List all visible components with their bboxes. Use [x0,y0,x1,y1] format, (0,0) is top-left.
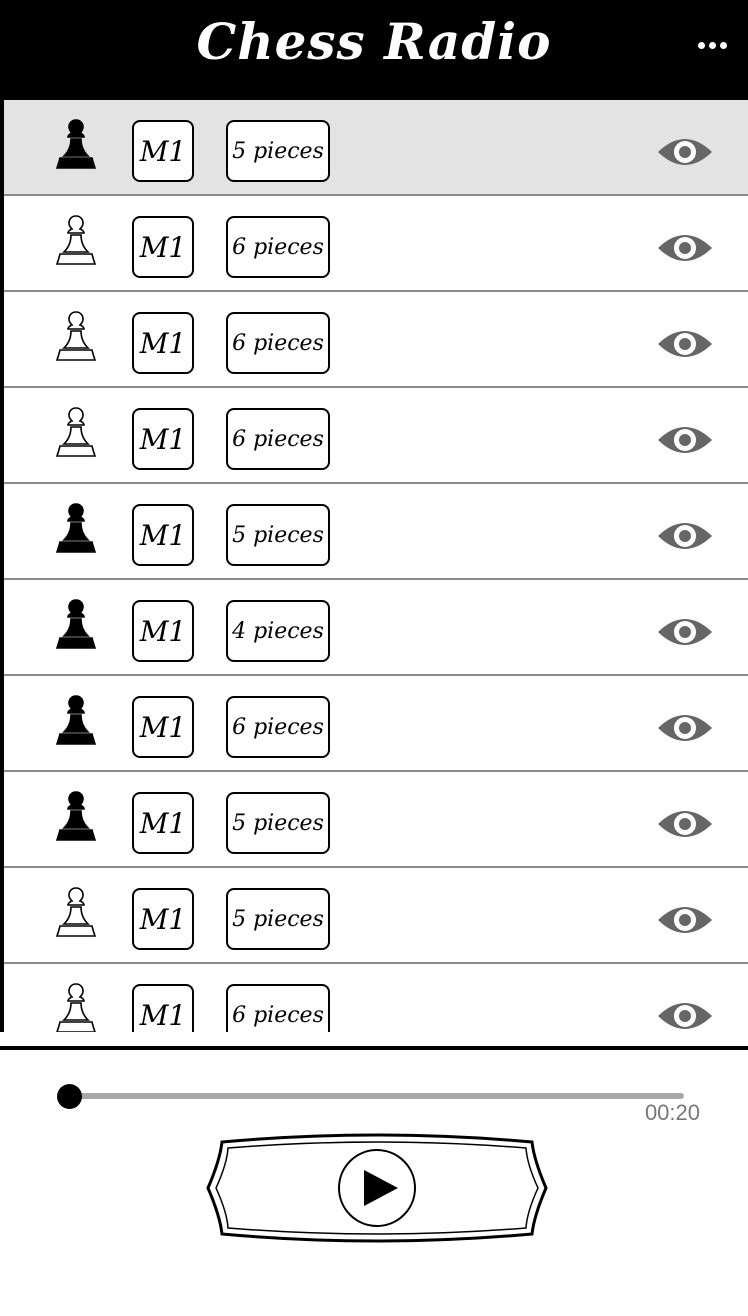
app-title: Chess Radio [196,12,552,71]
pieces-badge: 4 pieces [226,600,330,662]
list-item[interactable]: M1 6 pieces [4,676,748,772]
view-eye-icon[interactable] [656,900,714,940]
pieces-badge: 6 pieces [226,696,330,758]
play-button[interactable] [336,1148,418,1228]
black-pawn-icon [54,694,98,746]
progress-track[interactable] [68,1093,684,1099]
mate-badge: M1 [132,600,194,662]
list-item[interactable]: M1 5 pieces [4,484,748,580]
list-item[interactable]: M1 5 pieces [4,100,748,196]
pieces-badge: 5 pieces [226,120,330,182]
progress-thumb[interactable] [57,1084,82,1109]
list-item[interactable]: M1 6 pieces [4,388,748,484]
menu-dot [719,41,727,49]
list-item[interactable]: M1 6 pieces [4,964,748,1032]
pieces-badge: 5 pieces [226,792,330,854]
white-pawn-icon [54,982,98,1032]
mate-badge: M1 [132,888,194,950]
white-pawn-icon [54,214,98,266]
app-header: Chess Radio [0,0,748,100]
list-item[interactable]: M1 4 pieces [4,580,748,676]
pieces-badge: 6 pieces [226,984,330,1032]
menu-dot [708,41,716,49]
view-eye-icon[interactable] [656,708,714,748]
app-root: Chess Radio M1 5 pieces M1 6 pieces M1 6 piec… [0,0,748,1316]
mate-badge: M1 [132,984,194,1032]
view-eye-icon[interactable] [656,996,714,1032]
black-pawn-icon [54,790,98,842]
list-item[interactable]: M1 5 pieces [4,868,748,964]
list-item[interactable]: M1 6 pieces [4,292,748,388]
view-eye-icon[interactable] [656,228,714,268]
view-eye-icon[interactable] [656,324,714,364]
mate-badge: M1 [132,408,194,470]
puzzle-list[interactable]: M1 5 pieces M1 6 pieces M1 6 pieces M1 6 pieces… [0,100,748,1032]
time-label: 00:20 [644,1100,700,1125]
menu-dot [697,41,705,49]
mate-badge: M1 [132,312,194,374]
mate-badge: M1 [132,504,194,566]
player-divider [0,1046,748,1050]
pieces-badge: 6 pieces [226,216,330,278]
mate-badge: M1 [132,696,194,758]
black-pawn-icon [54,118,98,170]
pieces-badge: 6 pieces [226,408,330,470]
view-eye-icon[interactable] [656,132,714,172]
pieces-badge: 5 pieces [226,888,330,950]
view-eye-icon[interactable] [656,612,714,652]
more-dots-icon[interactable] [692,30,732,60]
white-pawn-icon [54,886,98,938]
black-pawn-icon [54,598,98,650]
list-item[interactable]: M1 6 pieces [4,196,748,292]
black-pawn-icon [54,502,98,554]
mate-badge: M1 [132,120,194,182]
view-eye-icon[interactable] [656,804,714,844]
view-eye-icon[interactable] [656,516,714,556]
list-item[interactable]: M1 5 pieces [4,772,748,868]
view-eye-icon[interactable] [656,420,714,460]
pieces-badge: 6 pieces [226,312,330,374]
mate-badge: M1 [132,792,194,854]
white-pawn-icon [54,406,98,458]
mate-badge: M1 [132,216,194,278]
white-pawn-icon [54,310,98,362]
pieces-badge: 5 pieces [226,504,330,566]
